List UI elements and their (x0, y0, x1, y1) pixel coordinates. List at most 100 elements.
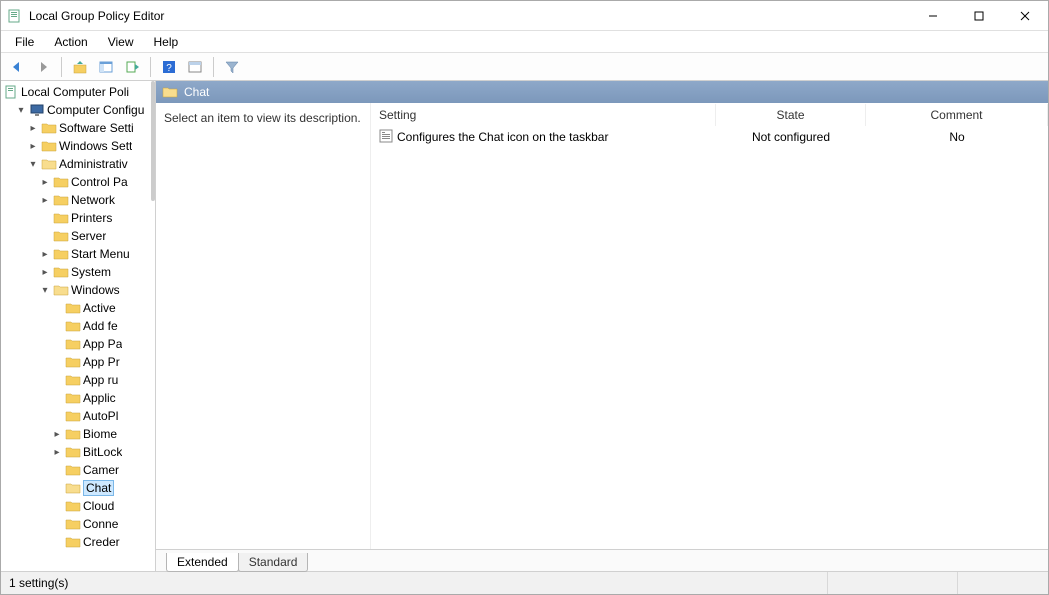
status-bar: 1 setting(s) (1, 572, 1048, 594)
tree-windows-components[interactable]: ▾ Windows (3, 281, 155, 299)
tree-start-menu[interactable]: ▸ Start Menu (3, 245, 155, 263)
main-area: Local Computer Poli ▾ Computer Configu ▸… (1, 81, 1048, 572)
tree-root[interactable]: Local Computer Poli (3, 83, 155, 101)
setting-icon (379, 129, 393, 146)
toolbar: ? (1, 53, 1048, 81)
column-state[interactable]: State (716, 104, 866, 126)
expand-icon[interactable]: ▸ (39, 177, 51, 188)
folder-icon (53, 175, 69, 189)
tree-item[interactable]: Applic (3, 389, 155, 407)
maximize-button[interactable] (956, 1, 1002, 31)
folder-icon (65, 499, 81, 513)
folder-open-icon (162, 85, 178, 99)
tree-item-chat[interactable]: Chat (3, 479, 155, 497)
menu-help[interactable]: Help (146, 33, 187, 51)
folder-icon (53, 265, 69, 279)
collapse-icon[interactable]: ▾ (15, 105, 27, 116)
expand-icon[interactable]: ▸ (27, 141, 39, 152)
folder-icon (65, 427, 81, 441)
tree-item[interactable]: Active (3, 299, 155, 317)
tree-item[interactable]: AutoPl (3, 407, 155, 425)
tree-item[interactable]: Add fe (3, 317, 155, 335)
show-hide-tree-button[interactable] (94, 55, 118, 79)
folder-icon (65, 355, 81, 369)
export-button[interactable] (120, 55, 144, 79)
tree-item[interactable]: App Pa (3, 335, 155, 353)
tree-system[interactable]: ▸ System (3, 263, 155, 281)
folder-icon (65, 463, 81, 477)
tree-item[interactable]: Conne (3, 515, 155, 533)
tree-scrollbar[interactable] (151, 81, 155, 201)
folder-icon (65, 409, 81, 423)
window-title: Local Group Policy Editor (29, 9, 164, 23)
tab-standard[interactable]: Standard (238, 553, 309, 572)
folder-icon (65, 391, 81, 405)
tree-item[interactable]: ▸Biome (3, 425, 155, 443)
tree-printers[interactable]: Printers (3, 209, 155, 227)
tree-admin-templates[interactable]: ▾ Administrativ (3, 155, 155, 173)
properties-button[interactable] (183, 55, 207, 79)
back-button[interactable] (5, 55, 29, 79)
expand-icon[interactable]: ▸ (39, 195, 51, 206)
svg-text:?: ? (166, 63, 172, 74)
menu-bar: File Action View Help (1, 31, 1048, 53)
menu-action[interactable]: Action (46, 33, 95, 51)
pane-title: Chat (184, 85, 209, 99)
menu-view[interactable]: View (100, 33, 142, 51)
tree-item[interactable]: Camer (3, 461, 155, 479)
expand-icon[interactable]: ▸ (51, 447, 63, 458)
view-tabs: Extended Standard (156, 549, 1048, 571)
menu-file[interactable]: File (7, 33, 42, 51)
folder-icon (41, 121, 57, 135)
tree-software-settings[interactable]: ▸ Software Setti (3, 119, 155, 137)
filter-button[interactable] (220, 55, 244, 79)
pane-header: Chat (156, 81, 1048, 103)
title-bar: Local Group Policy Editor (1, 1, 1048, 31)
status-cell (828, 572, 958, 594)
setting-name: Configures the Chat icon on the taskbar (397, 130, 608, 144)
column-comment[interactable]: Comment (866, 104, 1048, 126)
tree-windows-settings[interactable]: ▸ Windows Sett (3, 137, 155, 155)
expand-icon[interactable]: ▸ (51, 429, 63, 440)
minimize-button[interactable] (910, 1, 956, 31)
folder-open-icon (53, 283, 69, 297)
folder-icon (53, 229, 69, 243)
collapse-icon[interactable]: ▾ (39, 285, 51, 296)
tree-pane: Local Computer Poli ▾ Computer Configu ▸… (1, 81, 156, 571)
expand-icon[interactable]: ▸ (39, 249, 51, 260)
tree-computer-config[interactable]: ▾ Computer Configu (3, 101, 155, 119)
expand-icon[interactable]: ▸ (39, 267, 51, 278)
tree-server[interactable]: Server (3, 227, 155, 245)
setting-state: Not configured (752, 130, 830, 144)
folder-icon (41, 139, 57, 153)
column-setting[interactable]: Setting (371, 104, 716, 126)
tree-network[interactable]: ▸ Network (3, 191, 155, 209)
folder-icon (53, 247, 69, 261)
setting-row[interactable]: Configures the Chat icon on the taskbar … (371, 127, 1048, 147)
policy-icon (3, 85, 19, 99)
details-pane: Chat Select an item to view its descript… (156, 81, 1048, 571)
folder-icon (65, 319, 81, 333)
app-icon (7, 8, 23, 24)
expand-icon[interactable]: ▸ (27, 123, 39, 134)
collapse-icon[interactable]: ▾ (27, 159, 39, 170)
list-header: Setting State Comment (371, 103, 1048, 127)
tree-item[interactable]: Creder (3, 533, 155, 551)
tree-item[interactable]: App ru (3, 371, 155, 389)
up-button[interactable] (68, 55, 92, 79)
tree-control-panel[interactable]: ▸ Control Pa (3, 173, 155, 191)
help-button[interactable]: ? (157, 55, 181, 79)
tree-item[interactable]: ▸BitLock (3, 443, 155, 461)
tree-item[interactable]: Cloud (3, 497, 155, 515)
folder-icon (65, 445, 81, 459)
tree-item[interactable]: App Pr (3, 353, 155, 371)
forward-button[interactable] (31, 55, 55, 79)
folder-icon (65, 373, 81, 387)
folder-icon (53, 193, 69, 207)
folder-open-icon (65, 481, 81, 495)
description-prompt: Select an item to view its description. (164, 111, 361, 125)
folder-open-icon (41, 157, 57, 171)
tab-extended[interactable]: Extended (166, 553, 239, 572)
folder-icon (53, 211, 69, 225)
close-button[interactable] (1002, 1, 1048, 31)
